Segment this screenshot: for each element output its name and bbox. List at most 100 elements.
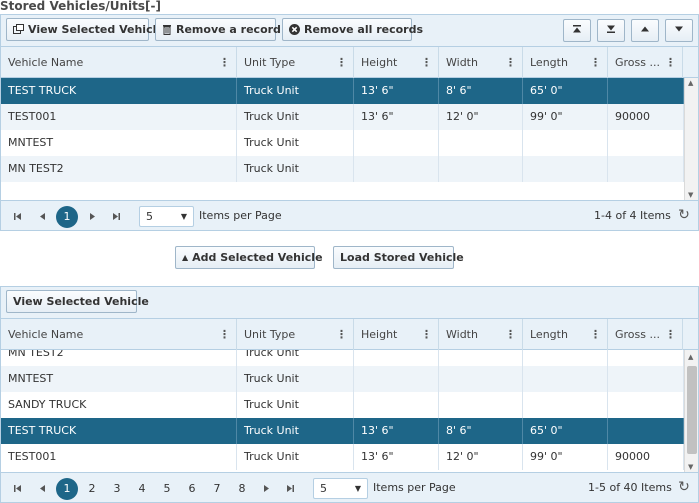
pager-info: 1-5 of 40 Items — [588, 481, 672, 494]
vertical-scrollbar[interactable]: ▲ ▼ — [684, 350, 698, 472]
page-number-3[interactable]: 3 — [106, 478, 128, 500]
table-cell: 90000 — [608, 444, 684, 470]
column-header-unit-type[interactable]: Unit Type ⋮ — [237, 47, 354, 78]
move-down-button[interactable] — [665, 19, 693, 42]
column-menu-icon[interactable]: ⋮ — [421, 47, 432, 78]
pager-info: 1-4 of 4 Items — [594, 209, 671, 222]
scrollbar-thumb[interactable] — [687, 366, 697, 454]
chevron-down-icon: ▼ — [354, 484, 361, 493]
table-cell: 12' 0" — [439, 444, 523, 470]
move-top-icon — [572, 24, 582, 37]
view-selected-vehicle-button-2[interactable]: View Selected Vehicle — [6, 290, 149, 313]
column-header-height[interactable]: Height ⋮ — [354, 319, 439, 350]
table-row[interactable]: SANDY TRUCK Truck Unit — [1, 392, 684, 418]
table-row[interactable]: TEST TRUCK Truck Unit 13' 6" 8' 6" 65' 0" — [1, 78, 684, 104]
table-cell — [439, 130, 523, 156]
page-number-8[interactable]: 8 — [231, 478, 253, 500]
view-selected-vehicle-button[interactable]: View Selected Vehicle — [6, 18, 164, 41]
remove-record-button[interactable]: Remove a record — [155, 18, 281, 41]
column-menu-icon[interactable]: ⋮ — [219, 47, 230, 78]
page-number-current[interactable]: 1 — [56, 206, 78, 228]
table-cell — [439, 366, 523, 392]
table-row[interactable]: MN TEST2 Truck Unit — [1, 350, 684, 366]
column-header-unit-type[interactable]: Unit Type ⋮ — [237, 319, 354, 350]
previous-page-icon[interactable] — [32, 478, 52, 498]
column-header-height[interactable]: Height ⋮ — [354, 47, 439, 78]
previous-page-icon[interactable] — [32, 206, 52, 226]
page-number-6[interactable]: 6 — [181, 478, 203, 500]
column-menu-icon[interactable]: ⋮ — [665, 319, 676, 350]
column-menu-icon[interactable]: ⋮ — [590, 319, 601, 350]
table-cell — [523, 130, 608, 156]
table-cell: TEST TRUCK — [1, 78, 237, 104]
column-menu-icon[interactable]: ⋮ — [336, 47, 347, 78]
column-header-vehicle-name[interactable]: Vehicle Name ⋮ — [1, 47, 237, 78]
refresh-icon[interactable]: ↻ — [675, 206, 693, 224]
column-header-gross[interactable]: Gross ... ⋮ — [608, 319, 683, 350]
move-bottom-icon — [606, 24, 616, 37]
move-top-button[interactable] — [563, 19, 591, 42]
column-menu-icon[interactable]: ⋮ — [505, 319, 516, 350]
column-header-gross[interactable]: Gross ... ⋮ — [608, 47, 683, 78]
remove-all-records-button[interactable]: Remove all records — [282, 18, 423, 41]
page-number-4[interactable]: 4 — [131, 478, 153, 500]
column-header-width[interactable]: Width ⋮ — [439, 47, 523, 78]
table-cell: 8' 6" — [439, 418, 523, 444]
page-number-5[interactable]: 5 — [156, 478, 178, 500]
page-size-select[interactable]: 5 ▼ — [139, 206, 194, 227]
first-page-icon[interactable] — [7, 478, 27, 498]
next-page-icon[interactable] — [256, 478, 276, 498]
table-cell: 90000 — [608, 104, 684, 130]
table-row[interactable]: TEST001 Truck Unit 13' 6" 12' 0" 99' 0" 90000 — [1, 104, 684, 130]
items-per-page-label: Items per Page — [199, 209, 282, 222]
table-row[interactable]: MNTEST Truck Unit — [1, 366, 684, 392]
table-cell: Truck Unit — [237, 130, 354, 156]
column-header-vehicle-name[interactable]: Vehicle Name ⋮ — [1, 319, 237, 350]
last-page-icon[interactable] — [280, 478, 300, 498]
column-header-length[interactable]: Length ⋮ — [523, 319, 608, 350]
grid-body: MN TEST2 Truck Unit MNTEST Truck Unit SANDY … — [1, 350, 684, 472]
scroll-down-icon[interactable]: ▼ — [688, 463, 693, 471]
column-menu-icon[interactable]: ⋮ — [665, 47, 676, 78]
table-cell — [523, 392, 608, 418]
move-bottom-button[interactable] — [597, 19, 625, 42]
last-page-icon[interactable] — [106, 206, 126, 226]
column-menu-icon[interactable]: ⋮ — [421, 319, 432, 350]
column-header-length[interactable]: Length ⋮ — [523, 47, 608, 78]
add-selected-vehicle-button[interactable]: ▲ Add Selected Vehicle — [175, 246, 323, 269]
scroll-up-icon[interactable]: ▲ — [688, 353, 693, 361]
refresh-icon[interactable]: ↻ — [675, 478, 693, 496]
vertical-scrollbar[interactable]: ▲ ▼ — [684, 78, 698, 200]
panel-title[interactable]: Stored Vehicles/Units[-] — [0, 0, 161, 14]
page-size-select[interactable]: 5 ▼ — [313, 478, 368, 499]
table-cell: Truck Unit — [237, 392, 354, 418]
table-cell: Truck Unit — [237, 104, 354, 130]
column-menu-icon[interactable]: ⋮ — [219, 319, 230, 350]
loaded-pager: 12345678 5 ▼ Items per Page 1-5 of 40 Ite… — [0, 472, 699, 503]
column-menu-icon[interactable]: ⋮ — [590, 47, 601, 78]
column-header-width[interactable]: Width ⋮ — [439, 319, 523, 350]
move-up-button[interactable] — [631, 19, 659, 42]
table-cell — [608, 418, 684, 444]
table-row[interactable]: TEST001 Truck Unit 13' 6" 12' 0" 99' 0" 90000 — [1, 444, 684, 470]
column-menu-icon[interactable]: ⋮ — [505, 47, 516, 78]
table-cell: SANDY TRUCK — [1, 392, 237, 418]
table-cell: 12' 0" — [439, 104, 523, 130]
table-row[interactable]: MN TEST2 Truck Unit — [1, 156, 684, 182]
first-page-icon[interactable] — [7, 206, 27, 226]
page-number-2[interactable]: 2 — [81, 478, 103, 500]
table-row[interactable]: MNTEST Truck Unit — [1, 130, 684, 156]
scroll-down-icon[interactable]: ▼ — [688, 191, 693, 199]
page-number-1[interactable]: 1 — [56, 478, 78, 500]
table-cell: MNTEST — [1, 366, 237, 392]
table-cell — [439, 392, 523, 418]
next-page-icon[interactable] — [82, 206, 102, 226]
loaded-vehicles-grid: Vehicle Name ⋮ Unit Type ⋮ Height ⋮ Width ⋮ … — [0, 319, 699, 472]
column-menu-icon[interactable]: ⋮ — [336, 319, 347, 350]
table-row[interactable]: TEST TRUCK Truck Unit 13' 6" 8' 6" 65' 0" — [1, 418, 684, 444]
load-stored-vehicle-button[interactable]: Load Stored Vehicle — [333, 246, 464, 269]
scroll-up-icon[interactable]: ▲ — [688, 79, 693, 87]
table-cell: Truck Unit — [237, 78, 354, 104]
page-number-7[interactable]: 7 — [206, 478, 228, 500]
stored-toolbar: View Selected Vehicle Remove a record Re… — [0, 14, 699, 47]
